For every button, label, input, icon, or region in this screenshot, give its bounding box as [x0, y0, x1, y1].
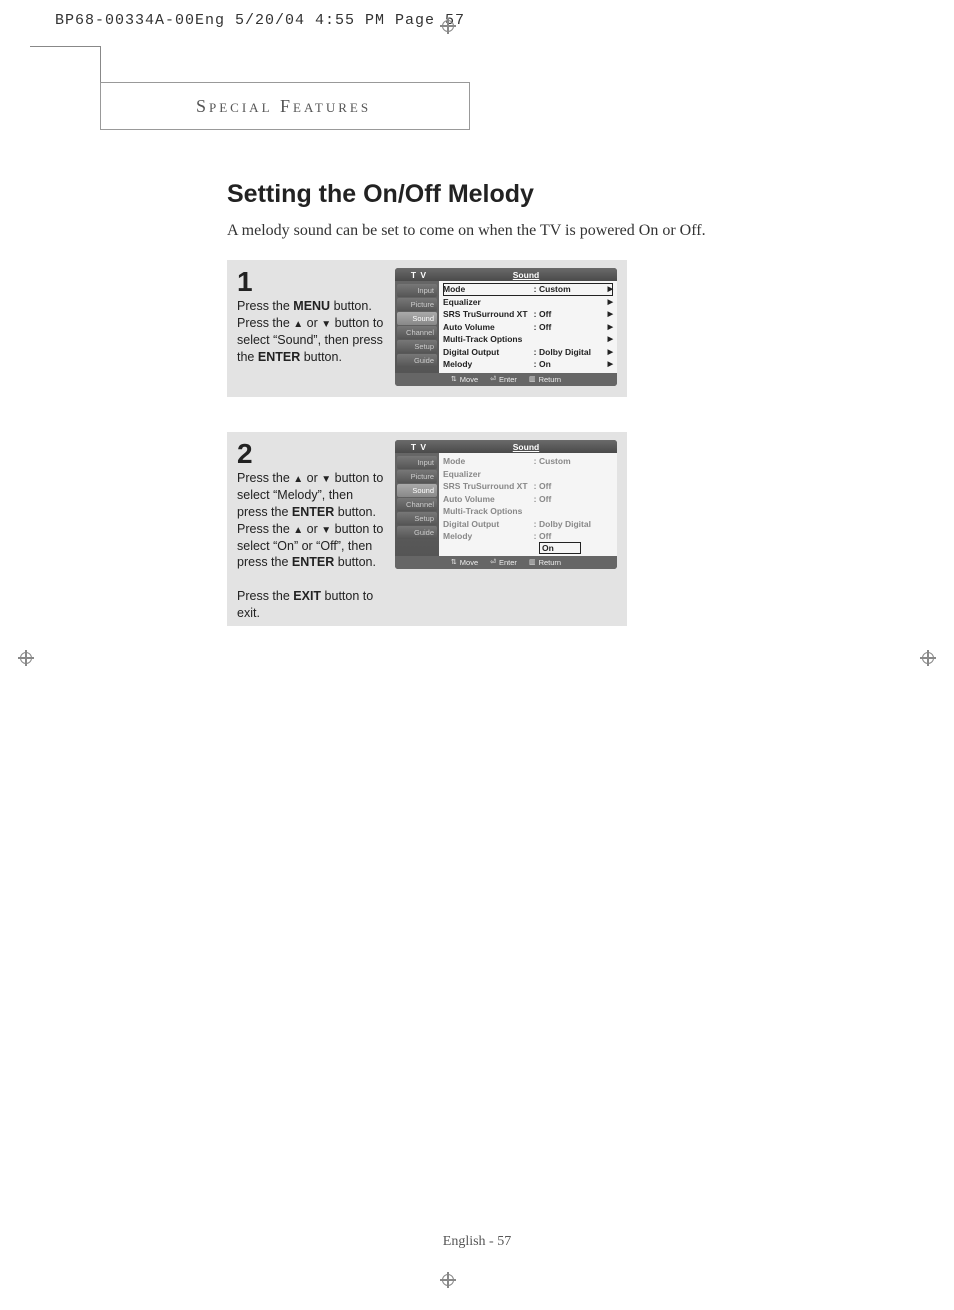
step-1-block: 1 Press the MENU button. Press the ▲ or …: [227, 260, 627, 397]
osd-melody-options: Off On: [539, 530, 613, 554]
right-arrow-icon: ▶: [603, 360, 613, 368]
up-arrow-icon: ▲: [293, 474, 303, 485]
osd-row-srs: SRS TruSurround XT:Off: [443, 480, 613, 493]
enter-icon: ⏎: [490, 558, 496, 566]
osd-row-autovol: Auto Volume:Off: [443, 493, 613, 506]
up-arrow-icon: ▲: [293, 525, 303, 536]
return-icon: ▥: [529, 375, 536, 383]
osd-row-mode: Mode:Custom: [443, 455, 613, 468]
step-1-text: Press the MENU button. Press the ▲ or ▼ …: [237, 298, 387, 366]
crop-mark-right: [920, 650, 936, 666]
osd-screenshot-1: T V Sound Input Picture Sound Channel Se…: [395, 268, 617, 386]
osd-side-picture: Picture: [397, 298, 437, 311]
osd-side-setup: Setup: [397, 512, 437, 525]
print-header: BP68-00334A-00Eng 5/20/04 4:55 PM Page 5…: [55, 12, 465, 29]
osd-sidebar: Input Picture Sound Channel Setup Guide: [395, 281, 439, 373]
osd-tv-label: T V: [399, 270, 439, 280]
section-header-box: Special Features: [100, 82, 470, 130]
page-title: Setting the On/Off Melody: [227, 180, 534, 209]
osd-option-off: Off: [539, 530, 613, 542]
down-arrow-icon: ▼: [321, 474, 331, 485]
osd-sidebar: Input Picture Sound Channel Setup Guide: [395, 453, 439, 556]
osd-side-input: Input: [397, 284, 437, 297]
enter-icon: ⏎: [490, 375, 496, 383]
osd-side-setup: Setup: [397, 340, 437, 353]
move-icon: ⇅: [451, 558, 457, 566]
section-label: Special Features: [196, 96, 371, 117]
osd-side-channel: Channel: [397, 498, 437, 511]
osd-side-channel: Channel: [397, 326, 437, 339]
crop-mark-top: [440, 18, 456, 34]
crop-mark-left: [18, 650, 34, 666]
osd-row-mode: Mode:Custom▶: [443, 283, 613, 296]
osd-row-equalizer: Equalizer: [443, 468, 613, 481]
down-arrow-icon: ▼: [321, 319, 331, 330]
osd-title: Sound: [439, 270, 613, 280]
right-arrow-icon: ▶: [603, 323, 613, 331]
move-icon: ⇅: [451, 375, 457, 383]
osd-side-guide: Guide: [397, 526, 437, 539]
osd-row-multitrack: Multi-Track Options: [443, 505, 613, 518]
osd-row-srs: SRS TruSurround XT:Off▶: [443, 308, 613, 321]
down-arrow-icon: ▼: [321, 525, 331, 536]
trim-line: [30, 46, 100, 47]
osd-header: T V Sound: [395, 268, 617, 281]
osd-row-multitrack: Multi-Track Options▶: [443, 333, 613, 346]
osd-row-digital: Digital Output:Dolby Digital: [443, 518, 613, 531]
osd-header: T V Sound: [395, 440, 617, 453]
osd-main-panel: Mode:Custom Equalizer SRS TruSurround XT…: [439, 453, 617, 556]
step-2-text: Press the ▲ or ▼ button to select “Melod…: [237, 470, 387, 622]
osd-title: Sound: [439, 442, 613, 452]
osd-main-panel: Mode:Custom▶ Equalizer▶ SRS TruSurround …: [439, 281, 617, 373]
osd-side-input: Input: [397, 456, 437, 469]
osd-footer: ⇅Move ⏎Enter ▥Return: [395, 373, 617, 386]
intro-text: A melody sound can be set to come on whe…: [227, 222, 706, 240]
osd-screenshot-2: T V Sound Input Picture Sound Channel Se…: [395, 440, 617, 569]
right-arrow-icon: ▶: [603, 310, 613, 318]
step-2-block: 2 Press the ▲ or ▼ button to select “Mel…: [227, 432, 627, 626]
return-icon: ▥: [529, 558, 536, 566]
osd-row-digital: Digital Output:Dolby Digital▶: [443, 346, 613, 359]
osd-row-equalizer: Equalizer▶: [443, 296, 613, 309]
osd-side-picture: Picture: [397, 470, 437, 483]
osd-footer: ⇅Move ⏎Enter ▥Return: [395, 556, 617, 569]
osd-side-sound: Sound: [397, 312, 437, 325]
right-arrow-icon: ▶: [603, 335, 613, 343]
osd-option-on: On: [539, 542, 581, 554]
right-arrow-icon: ▶: [603, 298, 613, 306]
osd-side-guide: Guide: [397, 354, 437, 367]
crop-mark-bottom: [440, 1272, 456, 1288]
up-arrow-icon: ▲: [293, 319, 303, 330]
page-footer: English - 57: [0, 1234, 954, 1250]
osd-row-melody: Melody:On▶: [443, 358, 613, 371]
osd-side-sound: Sound: [397, 484, 437, 497]
osd-tv-label: T V: [399, 442, 439, 452]
osd-row-autovol: Auto Volume:Off▶: [443, 321, 613, 334]
right-arrow-icon: ▶: [603, 348, 613, 356]
right-arrow-icon: ▶: [603, 285, 613, 293]
